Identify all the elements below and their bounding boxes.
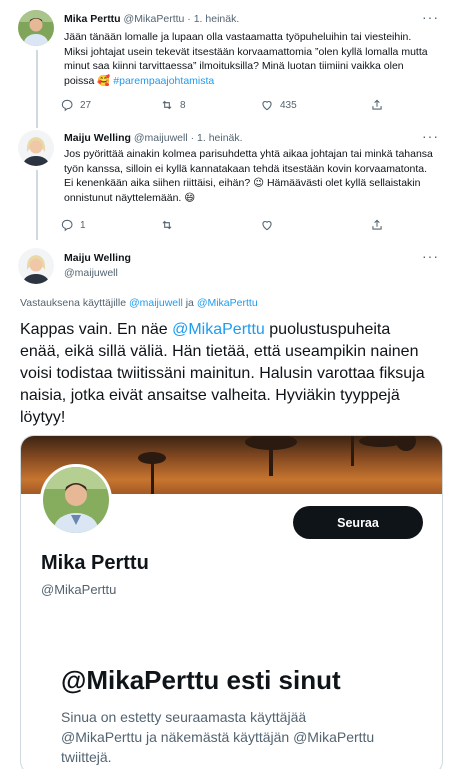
heart-icon	[262, 221, 272, 231]
tweet-actions: 27 8 435	[60, 98, 400, 114]
author-handle[interactable]: @maijuwell	[134, 132, 188, 144]
reply-handle-maijuwell[interactable]: @maijuwell	[129, 297, 183, 309]
tweet-text: Jään tänään lomalle ja lupaan olla vasta…	[64, 31, 428, 87]
tweet-actions: 1	[60, 218, 400, 234]
card-avatar-mika[interactable]	[40, 464, 112, 536]
tweet-mika-perttu[interactable]: Mika Perttu @MikaPerttu · 1. heinäk. ···…	[0, 0, 451, 120]
tweet-text: Jos pyörittää ainakin kolmea parisuhdett…	[64, 148, 433, 204]
more-options-icon[interactable]: ···	[422, 9, 439, 25]
thread-line	[36, 170, 38, 240]
reply-button[interactable]: 27	[60, 98, 91, 112]
tweet-date[interactable]: 1. heinäk.	[194, 13, 240, 25]
avatar-mika[interactable]	[18, 10, 54, 46]
retweet-icon	[162, 100, 172, 110]
tweet-header: Mika Perttu @MikaPerttu · 1. heinäk.	[64, 13, 240, 25]
follow-button[interactable]: Seuraa	[293, 506, 423, 539]
retweet-count: 8	[180, 99, 186, 111]
reply-icon	[61, 219, 73, 232]
reply-handle-mikaperttu[interactable]: @MikaPerttu	[197, 297, 258, 309]
reply-count: 27	[80, 99, 92, 111]
like-button[interactable]	[260, 218, 274, 232]
card-profile-name[interactable]: Mika Perttu	[41, 552, 149, 575]
share-button[interactable]	[370, 98, 384, 112]
author-handle[interactable]: @maijuwell	[64, 267, 118, 279]
avatar-maiju[interactable]	[18, 248, 54, 284]
blocked-title: @MikaPerttu esti sinut	[61, 665, 341, 695]
avatar-maiju[interactable]	[18, 130, 54, 166]
embedded-profile-card[interactable]: Seuraa Mika Perttu @MikaPerttu @MikaPert…	[20, 435, 443, 769]
mention-link[interactable]: @MikaPerttu	[172, 321, 265, 338]
more-options-icon[interactable]: ···	[422, 128, 439, 144]
tweet-maiju-welling[interactable]: Maiju Welling @maijuwell · 1. heinäk. ··…	[0, 120, 451, 240]
more-options-icon[interactable]: ···	[422, 248, 439, 264]
share-icon	[372, 219, 382, 230]
retweet-button[interactable]	[160, 218, 174, 232]
author-handle[interactable]: @MikaPerttu	[124, 13, 185, 25]
share-icon	[372, 99, 382, 110]
author-name[interactable]: Mika Perttu	[64, 13, 121, 25]
reply-count: 1	[80, 219, 86, 231]
tweet-header: Maiju Welling @maijuwell · 1. heinäk.	[64, 132, 243, 144]
retweet-icon	[162, 220, 172, 230]
reply-button[interactable]: 1	[60, 218, 86, 232]
share-button[interactable]	[370, 218, 384, 232]
thread-line	[36, 50, 38, 120]
card-profile-handle[interactable]: @MikaPerttu	[41, 582, 116, 597]
tweet-date[interactable]: 1. heinäk.	[197, 132, 243, 144]
reply-context: Vastauksena käyttäjille @maijuwell ja @M…	[20, 297, 258, 309]
thread-line	[36, 120, 38, 128]
author-name[interactable]: Maiju Welling	[64, 132, 131, 144]
hashtag-link[interactable]: #parempaajohtamista	[113, 75, 214, 87]
heart-icon	[262, 101, 272, 111]
reply-icon	[61, 99, 73, 112]
blocked-description: Sinua on estetty seuraamasta käyttäjää @…	[61, 709, 375, 765]
author-name[interactable]: Maiju Welling	[64, 252, 131, 264]
like-button[interactable]: 435	[260, 98, 297, 112]
like-count: 435	[280, 99, 297, 111]
retweet-button[interactable]: 8	[160, 98, 186, 112]
main-tweet-text: Kappas vain. En näe @MikaPerttu puolustu…	[20, 321, 425, 426]
